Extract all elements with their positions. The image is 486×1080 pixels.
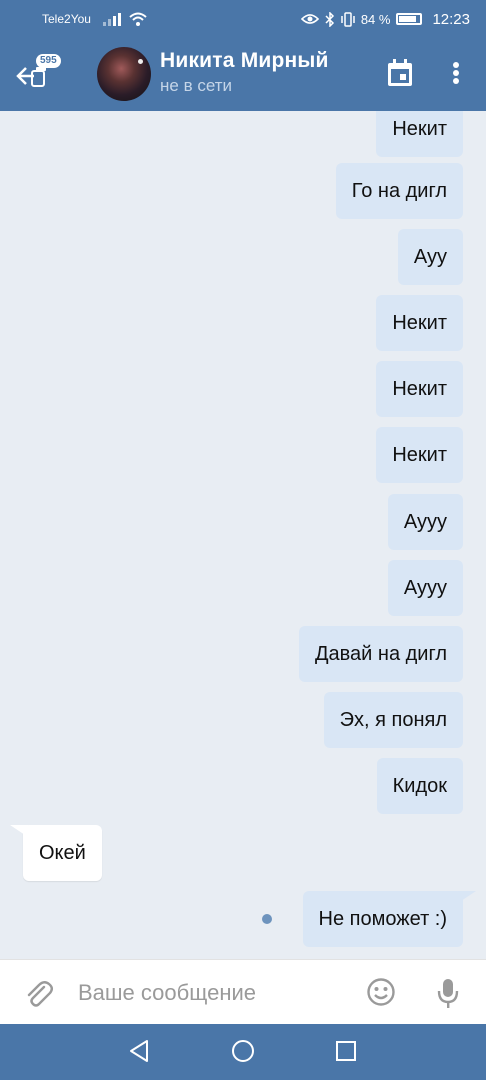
nav-recent-icon[interactable] (335, 1039, 357, 1063)
message-list[interactable]: Некит Го на дигл Ауу Некит Некит Некит Аууу Ауу… (0, 111, 486, 959)
message-text: Эх, я понял (339, 708, 447, 731)
outgoing-message[interactable]: Аууу (387, 560, 463, 616)
outgoing-message[interactable]: Давай на дигл (298, 626, 463, 682)
microphone-icon[interactable] (437, 977, 459, 1009)
outgoing-message[interactable]: Эх, я понял (323, 692, 463, 748)
chat-header: 595 Никита Мирный не в сети (0, 38, 486, 111)
paperclip-icon[interactable] (22, 977, 54, 1009)
message-text: Аууу (403, 576, 447, 599)
outgoing-message[interactable]: Кидок (376, 758, 463, 814)
emoji-icon[interactable] (366, 977, 396, 1007)
outgoing-message[interactable]: Некит (376, 111, 463, 157)
nav-home-icon[interactable] (231, 1039, 255, 1063)
outgoing-message[interactable]: Ауу (397, 229, 463, 285)
outgoing-message[interactable]: Го на дигл (335, 163, 463, 219)
bluetooth-icon (325, 11, 334, 27)
outgoing-message[interactable]: Некит (376, 295, 463, 351)
bubble-tail (10, 825, 28, 837)
system-nav-bar (0, 1024, 486, 1080)
bubble-tail (458, 891, 476, 903)
wifi-icon (129, 12, 147, 26)
signal-icon (102, 12, 121, 26)
message-composer: Ваше сообщение (0, 959, 486, 1024)
contact-name: Никита Мирный (160, 49, 329, 72)
vibrate-icon (341, 11, 355, 27)
battery-percent: 84 % (360, 11, 391, 27)
calendar-icon[interactable] (386, 58, 414, 88)
back-button[interactable]: 595 (0, 38, 86, 111)
more-vertical-icon[interactable] (450, 58, 462, 88)
message-text: Некит (392, 311, 447, 334)
message-text: Не поможет :) (318, 907, 448, 930)
unread-indicator (262, 914, 272, 924)
eye-icon (300, 14, 319, 24)
message-input[interactable]: Ваше сообщение (78, 980, 256, 1006)
incoming-message[interactable]: Окей (23, 825, 102, 881)
message-text: Некит (392, 443, 447, 466)
carrier-name: Tele2You (42, 12, 91, 26)
message-text: Аууу (403, 510, 447, 533)
message-text: Некит (392, 377, 447, 400)
outgoing-message[interactable]: Не поможет :) (302, 891, 463, 947)
contact-status: не в сети (160, 76, 232, 95)
avatar[interactable] (97, 47, 151, 101)
message-text: Ауу (413, 245, 447, 268)
battery-icon (396, 13, 423, 25)
message-text: Кидок (392, 774, 447, 797)
nav-back-icon[interactable] (128, 1039, 150, 1063)
clock: 12:23 (432, 10, 470, 28)
contact-info[interactable]: Никита Мирный не в сети (160, 49, 329, 96)
outgoing-message[interactable]: Некит (376, 427, 463, 483)
outgoing-message[interactable]: Некит (376, 361, 463, 417)
outgoing-message[interactable]: Аууу (387, 494, 463, 550)
unread-badge: 595 (36, 54, 61, 68)
message-text: Го на дигл (351, 179, 447, 202)
message-text: Окей (39, 841, 86, 864)
status-bar: Tele2You 84 % 12:23 (0, 0, 486, 38)
message-text: Давай на дигл (314, 642, 447, 665)
message-text: Некит (392, 117, 447, 140)
